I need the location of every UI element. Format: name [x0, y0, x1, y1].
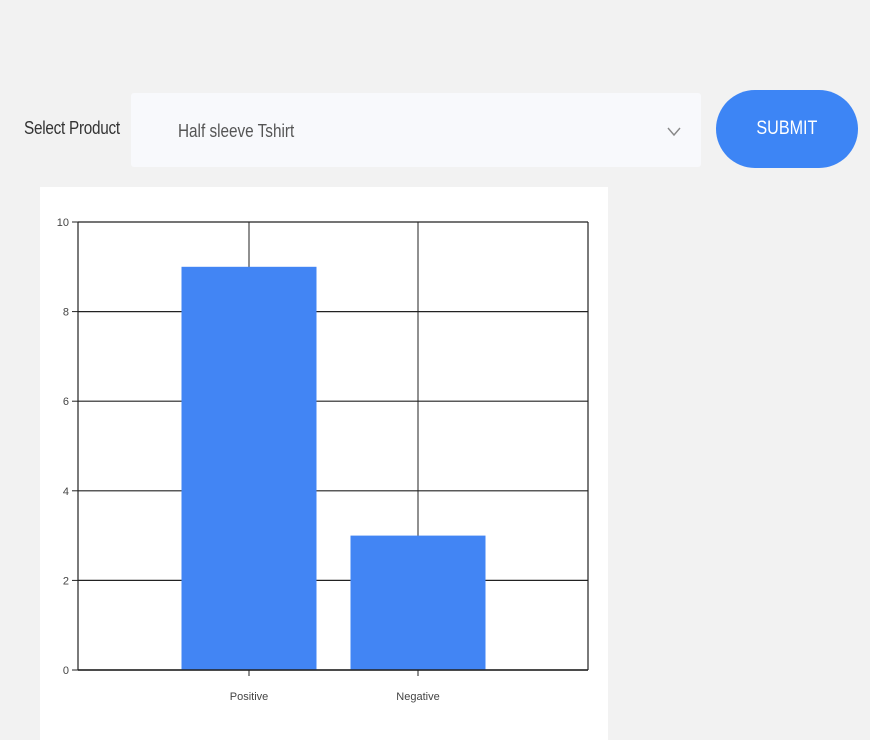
y-tick-label-8: 8: [63, 307, 69, 319]
submit-button-label: SUBMIT: [756, 118, 818, 139]
bar-chart: 0 2 4 6 8 10 Positive Negative: [57, 217, 589, 703]
bar-positive: [181, 266, 317, 670]
chevron-down-icon: [665, 123, 683, 139]
product-select[interactable]: Half sleeve Tshirt: [131, 93, 701, 167]
product-select-value: Half sleeve Tshirt: [178, 121, 295, 141]
y-tick-label-10: 10: [57, 217, 69, 229]
y-tick-label-6: 6: [63, 396, 69, 408]
x-tick-label-negative: Negative: [396, 691, 439, 703]
y-tick-label-0: 0: [63, 665, 69, 677]
submit-button[interactable]: SUBMIT: [716, 90, 858, 168]
y-tick-label-4: 4: [63, 486, 69, 498]
select-product-label: Select Product: [24, 118, 120, 138]
bar-negative: [350, 535, 486, 670]
sentiment-chart: 0 2 4 6 8 10 Positive Negative: [40, 187, 608, 740]
y-tick-label-2: 2: [63, 575, 69, 587]
x-tick-label-positive: Positive: [230, 691, 269, 703]
product-form: Select Product Half sleeve Tshirt SUBMIT: [0, 88, 870, 172]
